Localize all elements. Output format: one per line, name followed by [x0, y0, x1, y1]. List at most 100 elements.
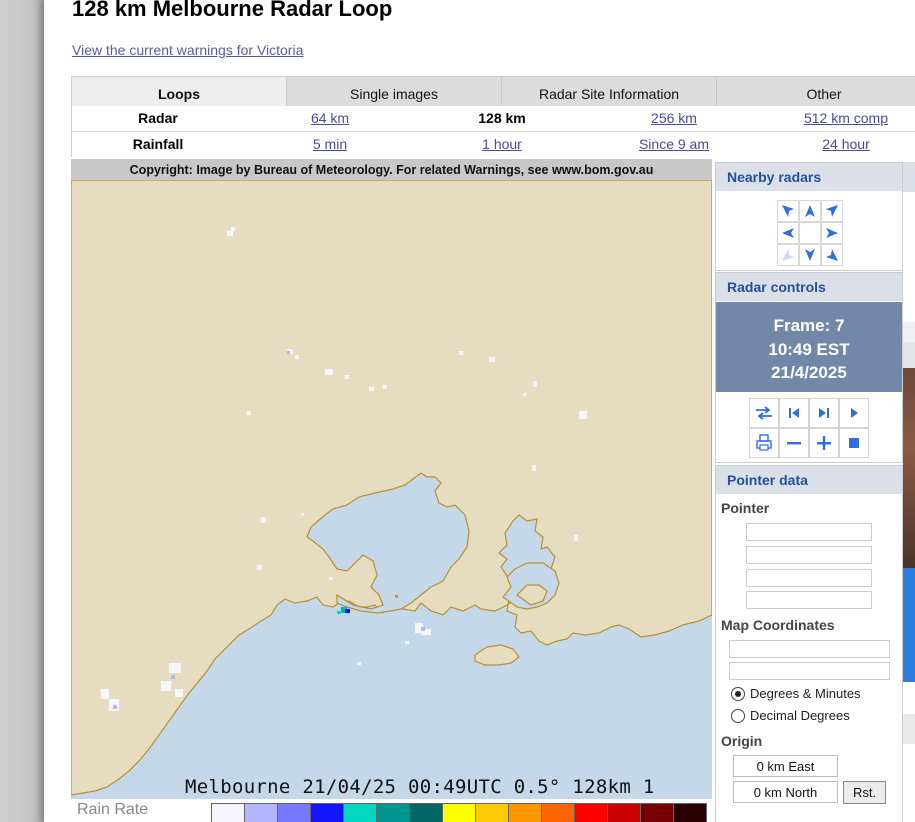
frame-time: 10:49 EST — [768, 339, 850, 359]
rain-rate-legend: Rain Rate — [71, 799, 712, 822]
map-coord-field-1[interactable] — [729, 640, 890, 658]
center-blank — [799, 222, 821, 244]
radio-degrees-minutes[interactable]: Degrees & Minutes — [731, 686, 861, 701]
frame-info: Frame: 7 10:49 EST 21/4/2025 — [716, 302, 902, 392]
nearby-arrows — [777, 200, 843, 266]
radar-controls-title: Radar controls — [716, 273, 902, 301]
cutoff-photo — [903, 368, 915, 568]
radar-site-echo — [337, 607, 350, 614]
cutoff-block-2 — [903, 342, 915, 368]
page: 128 km Melbourne Radar Loop View the cur… — [44, 0, 915, 822]
pointer-data-title: Pointer data — [716, 466, 902, 494]
frame-number: Frame: 7 — [773, 316, 845, 335]
cutoff-block-3 — [903, 714, 915, 744]
arrow-up-right-icon[interactable] — [821, 200, 843, 222]
radar-row-label: Radar — [138, 110, 178, 126]
nearby-radars-title: Nearby radars — [716, 163, 902, 191]
pointer-field-1[interactable] — [746, 523, 872, 541]
radar-image[interactable]: Copyright: Image by Bureau of Meteorolog… — [71, 159, 712, 822]
radio-selected-icon[interactable] — [731, 686, 745, 701]
legend-swatches — [211, 803, 707, 822]
link-24hour[interactable]: 24 hour — [760, 136, 915, 152]
plus-icon[interactable] — [809, 428, 839, 458]
page-title: 128 km Melbourne Radar Loop — [72, 0, 393, 21]
legend-swatch — [673, 803, 707, 822]
tab-radar-site-info[interactable]: Radar Site Information — [502, 77, 717, 106]
copyright-banner: Copyright: Image by Bureau of Meteorolog… — [71, 159, 712, 180]
nearby-radars-panel: Nearby radars — [715, 162, 903, 271]
origin-east-field[interactable]: 0 km East — [733, 755, 838, 777]
radio-decimal-degrees-label: Decimal Degrees — [750, 708, 850, 723]
cutoff-right-column — [903, 162, 915, 822]
arrow-down-right-icon[interactable] — [821, 244, 843, 266]
legend-swatch — [475, 803, 509, 822]
reset-button[interactable]: Rst. — [843, 781, 886, 804]
link-1hour[interactable]: 1 hour — [416, 136, 588, 152]
tab-bar: Loops Single images Radar Site Informati… — [71, 76, 915, 106]
link-5min[interactable]: 5 min — [244, 136, 416, 152]
rainfall-row: Rainfall 5 min 1 hour Since 9 am 24 hour — [71, 131, 915, 157]
arrow-up-left-icon[interactable] — [777, 200, 799, 222]
print-icon[interactable] — [749, 428, 779, 458]
legend-swatch — [574, 803, 608, 822]
minus-icon[interactable] — [779, 428, 809, 458]
cutoff-header — [903, 162, 915, 192]
map-coordinates-label: Map Coordinates — [721, 617, 835, 633]
legend-swatch — [244, 803, 278, 822]
city-marker — [395, 595, 398, 598]
arrow-right-icon[interactable] — [821, 222, 843, 244]
step-forward-icon[interactable] — [809, 398, 839, 428]
legend-swatch — [409, 803, 443, 822]
phillip-island — [474, 644, 520, 666]
pointer-data-panel: Pointer data Pointer Map Coordinates Deg… — [715, 465, 903, 822]
radar-range-row: Radar 64 km 128 km 256 km 512 km comp — [71, 105, 915, 132]
map-coord-field-2[interactable] — [729, 662, 890, 680]
link-512km[interactable]: 512 km comp — [760, 110, 915, 126]
arrow-left-icon[interactable] — [777, 222, 799, 244]
radio-decimal-degrees[interactable]: Decimal Degrees — [731, 708, 850, 723]
cutoff-block-1 — [903, 322, 915, 342]
arrow-down-left-icon — [777, 244, 799, 266]
step-back-icon[interactable] — [779, 398, 809, 428]
frame-date: 21/4/2025 — [771, 363, 847, 382]
play-icon[interactable] — [839, 398, 869, 428]
radar-controls-panel: Radar controls Frame: 7 10:49 EST 21/4/2… — [715, 272, 903, 463]
legend-swatch — [310, 803, 344, 822]
pointer-field-3[interactable] — [746, 569, 872, 587]
tab-single-images[interactable]: Single images — [287, 77, 502, 106]
stop-icon[interactable] — [839, 428, 869, 458]
radar-map — [71, 179, 712, 796]
legend-swatch — [442, 803, 476, 822]
radio-unselected-icon[interactable] — [731, 708, 745, 723]
arrow-down-icon[interactable] — [799, 244, 821, 266]
pointer-label: Pointer — [721, 500, 770, 516]
legend-swatch — [508, 803, 542, 822]
legend-swatch — [640, 803, 674, 822]
rainfall-row-label: Rainfall — [132, 136, 184, 152]
cutoff-blue-panel — [903, 568, 915, 682]
legend-swatch — [343, 803, 377, 822]
current-128km: 128 km — [478, 110, 526, 126]
legend-label: Rain Rate — [77, 801, 149, 818]
land-area — [71, 179, 712, 796]
window-background — [0, 0, 44, 822]
legend-swatch — [211, 803, 245, 822]
pointer-field-2[interactable] — [746, 546, 872, 564]
link-64km[interactable]: 64 km — [244, 110, 416, 126]
playback-controls — [749, 398, 869, 458]
legend-swatch — [607, 803, 641, 822]
legend-swatch — [376, 803, 410, 822]
pointer-field-4[interactable] — [746, 591, 872, 609]
warnings-link[interactable]: View the current warnings for Victoria — [72, 42, 303, 58]
origin-north-field[interactable]: 0 km North — [733, 781, 838, 803]
radio-degrees-minutes-label: Degrees & Minutes — [750, 686, 861, 701]
tab-loops[interactable]: Loops — [72, 77, 287, 106]
legend-swatch — [277, 803, 311, 822]
arrow-up-icon[interactable] — [799, 200, 821, 222]
link-256km[interactable]: 256 km — [588, 110, 760, 126]
link-since-9am[interactable]: Since 9 am — [588, 136, 760, 152]
tab-other[interactable]: Other — [717, 77, 915, 106]
radar-caption: Melbourne 21/04/25 00:49UTC 0.5° 128km 1 — [185, 776, 655, 798]
legend-swatch — [541, 803, 575, 822]
swap-icon[interactable] — [749, 398, 779, 428]
